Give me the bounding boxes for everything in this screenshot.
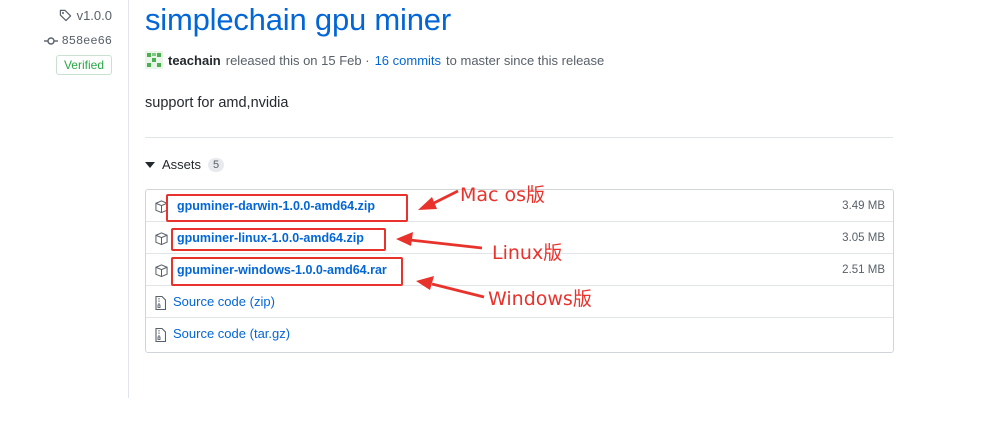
arrow-icon [416, 276, 434, 290]
arrow-icon [396, 232, 413, 246]
arrow-icon [431, 282, 485, 299]
annotation-mac: Mac os版 [460, 184, 546, 206]
annotation-windows: Windows版 [488, 288, 592, 310]
annotation-linux: Linux版 [492, 242, 563, 264]
arrow-icon [418, 197, 437, 210]
arrow-icon [409, 238, 483, 250]
arrow-icon [431, 189, 459, 206]
annotation-arrows [396, 189, 485, 299]
